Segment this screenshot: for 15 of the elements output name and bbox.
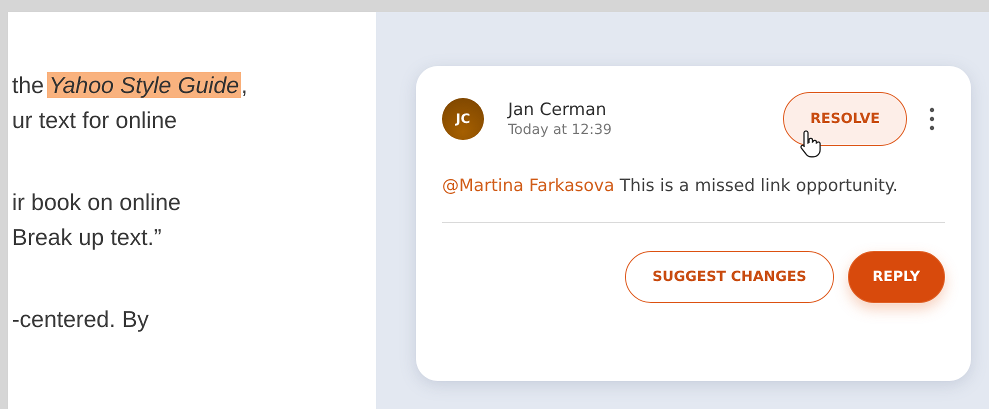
document-text: ir book on online [12,189,181,215]
document-text: , [241,72,248,98]
comment-text: @Martina Farkasova This is a missed link opportunity. [442,175,899,198]
document-text: the [12,72,44,98]
document-text: ur text for online [12,107,177,133]
document-text: -centered. By [12,306,149,332]
comment-time: Today at 12:39 [508,121,613,139]
avatar: JC [442,98,484,140]
highlighted-text: Yahoo Style Guide [46,72,242,98]
document-text: Break up text.” [12,224,162,250]
author-name: Jan Cerman [508,99,608,121]
reply-button[interactable]: REPLY [848,251,945,303]
more-options-icon[interactable] [929,107,935,131]
resolve-button[interactable]: RESOLVE [783,92,907,146]
suggest-changes-button[interactable]: SUGGEST CHANGES [625,251,834,303]
